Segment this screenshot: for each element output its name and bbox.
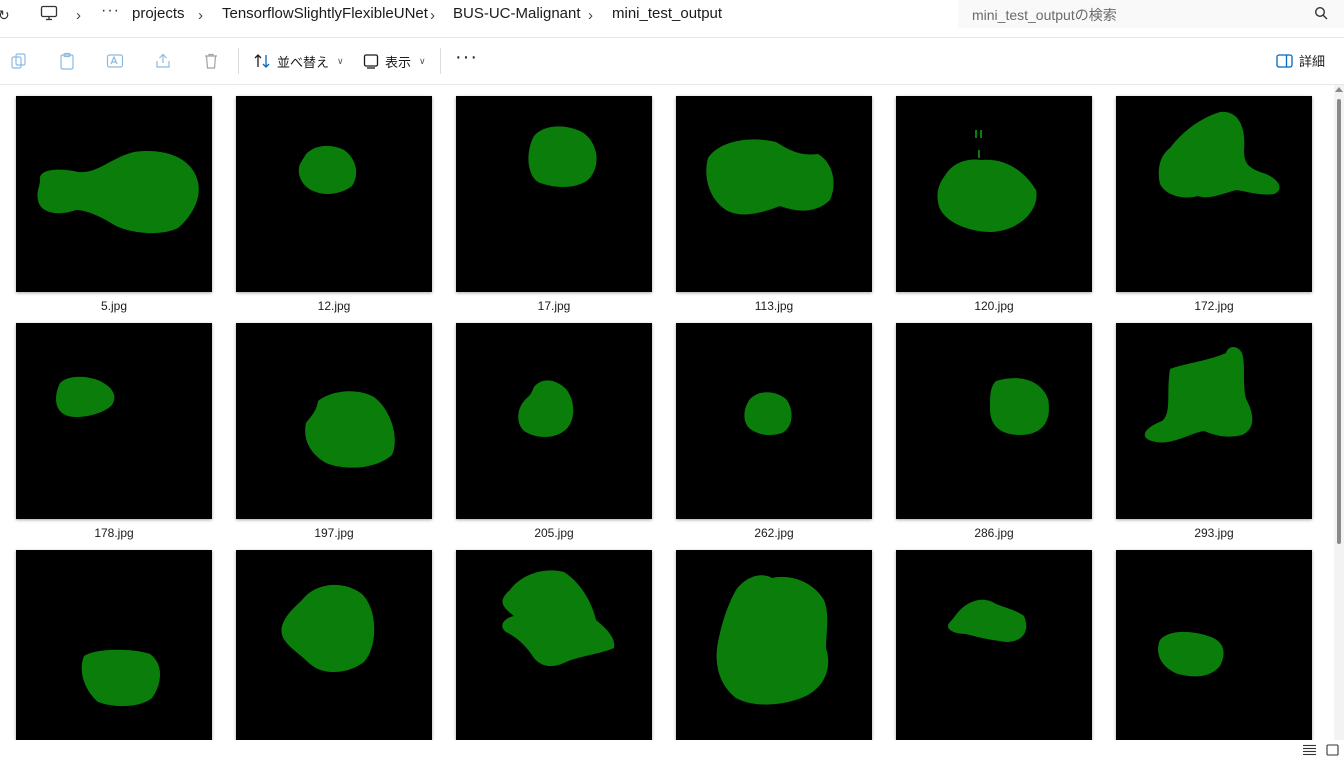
mask-shape	[706, 139, 834, 215]
file-name: 293.jpg	[1194, 526, 1234, 540]
file-thumbnail	[236, 550, 432, 740]
chevron-down-icon: ∨	[337, 55, 344, 66]
file-thumbnail	[456, 550, 652, 740]
mask-shape	[937, 130, 1037, 232]
chevron-right-icon[interactable]: ›	[76, 7, 81, 24]
mask-shape	[56, 376, 115, 417]
file-thumbnail	[1116, 323, 1312, 519]
view-label: 表示	[385, 54, 412, 70]
breadcrumb-mini-test-output[interactable]: mini_test_output	[612, 5, 722, 23]
file-thumbnail	[1116, 550, 1312, 740]
toolbar-divider	[440, 48, 441, 74]
share-icon[interactable]	[154, 52, 172, 70]
view-icon	[363, 54, 379, 69]
file-name: 113.jpg	[754, 299, 794, 313]
scrollbar-thumb[interactable]	[1337, 99, 1341, 544]
file-name: 17.jpg	[537, 299, 571, 313]
mask-shape	[744, 392, 792, 435]
large-icons-view-icon[interactable]	[1326, 744, 1339, 756]
file-name: 178.jpg	[94, 526, 134, 540]
sort-icon	[254, 54, 270, 68]
refresh-icon[interactable]: ↻	[0, 7, 10, 24]
view-button[interactable]: 表示 ∨	[363, 51, 426, 71]
breadcrumb-projects[interactable]: projects	[132, 5, 185, 23]
chevron-right-icon[interactable]: ›	[430, 7, 435, 24]
file-thumbnail	[896, 550, 1092, 740]
status-bar	[0, 740, 1344, 760]
search-input[interactable]: mini_test_outputの検索	[958, 0, 1344, 28]
file-thumbnail	[896, 96, 1092, 292]
mask-shape	[990, 378, 1049, 435]
details-pane-button[interactable]: 詳細	[1276, 51, 1325, 70]
file-thumbnail	[16, 323, 212, 519]
file-thumbnail	[236, 96, 432, 292]
vertical-scrollbar[interactable]	[1334, 85, 1344, 740]
rename-icon[interactable]	[106, 52, 124, 70]
file-thumbnail	[16, 550, 212, 740]
file-thumbnail	[676, 550, 872, 740]
address-bar: ↻ › ··· › projects TensorflowSlightlyFle…	[0, 0, 1344, 38]
see-more-button[interactable]: ···	[455, 47, 478, 67]
file-name: 197.jpg	[314, 526, 354, 540]
mask-shape	[502, 570, 615, 667]
mask-shape	[716, 575, 829, 705]
file-thumbnail	[456, 323, 652, 519]
mask-shape	[81, 649, 160, 707]
search-placeholder: mini_test_outputの検索	[972, 7, 1117, 23]
file-thumbnail	[16, 96, 212, 292]
mask-shape	[298, 145, 357, 194]
delete-icon[interactable]	[202, 52, 220, 70]
mask-shape	[281, 584, 375, 673]
sort-label: 並べ替え	[277, 54, 330, 70]
mask-shape	[37, 151, 199, 234]
details-view-icon[interactable]	[1303, 744, 1316, 756]
breadcrumb-tensorflow-unet[interactable]: TensorflowSlightlyFlexibleUNet	[222, 5, 428, 23]
details-pane-icon	[1276, 53, 1293, 68]
search-icon[interactable]	[1314, 6, 1328, 20]
file-name: 262.jpg	[754, 526, 794, 540]
mask-shape	[518, 380, 574, 437]
file-name: 205.jpg	[534, 526, 574, 540]
mask-shape	[1158, 631, 1224, 677]
details-label: 詳細	[1299, 54, 1326, 69]
toolbar-divider	[238, 48, 239, 74]
file-thumbnail	[1116, 96, 1312, 292]
chevron-right-icon[interactable]: ›	[588, 7, 593, 24]
chevron-down-icon: ∨	[419, 55, 426, 66]
file-name: 5.jpg	[100, 299, 128, 313]
file-thumbnail	[896, 323, 1092, 519]
mask-shape	[1144, 347, 1253, 443]
breadcrumb-bus-uc-malignant[interactable]: BUS-UC-Malignant	[453, 5, 581, 23]
file-name: 172.jpg	[1194, 299, 1234, 313]
chevron-right-icon[interactable]: ›	[198, 7, 203, 24]
file-thumbnail	[236, 323, 432, 519]
mask-shape	[528, 126, 597, 187]
scroll-up-icon[interactable]	[1335, 87, 1343, 92]
breadcrumb-overflow-button[interactable]: ···	[101, 2, 120, 20]
command-bar: 並べ替え ∨ 表示 ∨ ··· 詳細	[0, 38, 1344, 85]
mask-shape	[305, 391, 395, 468]
paste-icon[interactable]	[58, 52, 76, 70]
file-name: 286.jpg	[974, 526, 1014, 540]
file-thumbnail	[676, 96, 872, 292]
mask-shape	[947, 599, 1027, 642]
file-thumbnail	[456, 96, 652, 292]
file-name: 120.jpg	[974, 299, 1014, 313]
file-thumbnail	[676, 323, 872, 519]
file-name: 12.jpg	[317, 299, 351, 313]
sort-button[interactable]: 並べ替え ∨	[253, 51, 344, 71]
file-grid: 5.jpg 12.jpg 17.jpg 113.jpg 120.jpg 172.…	[0, 85, 1334, 740]
mask-shape	[1158, 111, 1280, 198]
this-pc-icon[interactable]	[40, 5, 58, 21]
copy-icon[interactable]	[10, 52, 28, 70]
